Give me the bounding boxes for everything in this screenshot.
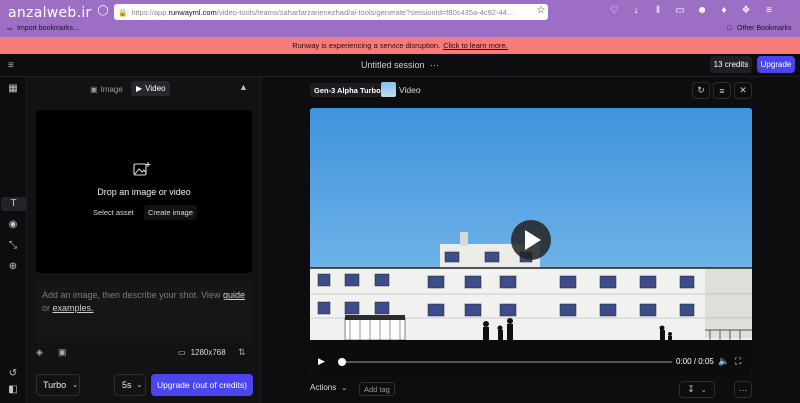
folder-icon: □ [727,25,732,32]
seek-handle[interactable] [338,358,346,366]
session-more-icon[interactable]: ··· [430,60,439,70]
alert-message: Runway is experiencing a service disrupt… [292,41,441,50]
aspect-icon: ▭ [178,347,186,357]
service-alert: Runway is experiencing a service disrupt… [0,37,800,54]
pocket-icon[interactable]: ♡ [608,5,620,17]
resolution-selector[interactable]: ▭ 1280x768 [178,345,226,359]
menu-icon[interactable]: ≡ [763,5,775,17]
other-bookmarks[interactable]: Other Bookmarks [737,25,791,32]
account-icon[interactable]: ☻ [696,5,708,17]
create-image-button[interactable]: Create image [144,205,198,220]
apps-grid-icon[interactable]: ▦ [6,82,20,96]
history-icon[interactable]: ↺ [6,367,20,381]
time-display: 0:00 / 0:05 [676,357,714,366]
seek-bar[interactable] [338,358,672,366]
tab-image[interactable]: ▣ Image [90,82,123,96]
image-icon: ▣ [90,84,98,94]
model-value: Turbo [43,380,67,390]
fullscreen-icon[interactable]: ⛶ [735,356,741,367]
media-label: Video [399,85,421,95]
play-icon[interactable]: ▶ [318,356,325,367]
time-separator: / [693,357,697,366]
tool-rail: ▦ T ◉ ⤡ ⊕ ↺ ◧ [0,77,27,403]
download-button[interactable]: ↧ ⌄ [679,381,715,398]
duration-value: 5s [122,380,132,390]
tab-image-label: Image [100,84,123,94]
chevron-down-icon: ⌄ [341,384,348,392]
import-bookmarks-icon: ⇨ [7,26,13,33]
add-image-icon [133,161,151,177]
alert-link[interactable]: Click to learn more. [443,41,508,50]
dock-icon[interactable]: ◧ [6,383,20,397]
generate-suffix: (out of credits) [192,380,247,390]
generate-label: Upgrade [157,380,190,390]
video-thumbnail[interactable] [381,82,396,97]
text-tool-icon[interactable]: T [1,197,26,211]
generation-panel: ▣ Image ▶ Video ▲ Drop an image or video… [27,77,261,403]
actions-menu[interactable]: Actions ⌄ [310,383,347,392]
session-title-text: Untitled session [360,60,425,70]
sidebar-icon[interactable]: ▭ [674,5,686,17]
lock-icon: 🔒 [118,7,128,17]
video-player[interactable]: ▶ 0:00 / 0:05 🔈 ⛶ [310,108,752,372]
video-frame-illustration [310,108,752,372]
examples-link[interactable]: examples. [53,303,94,313]
prompt-placeholder-prefix: Add an image, then describe your shot. V… [42,290,223,300]
bookmarks-bar: ⇨ Import bookmarks... □ Other Bookmarks [0,22,800,37]
chevron-down-icon: ⌄ [72,382,79,389]
url-prefix: https://app. [131,7,169,17]
prompt-placeholder-mid: or [42,303,53,313]
url-bar[interactable]: 🔒 https://app. runwayml.com/video-tools/t… [114,4,548,20]
list-icon[interactable]: ≡ [713,82,731,99]
model-badge: Gen-3 Alpha Turbo [310,83,385,97]
browser-toolbar: anzalweb.ir ◯ 🔒 https://app. runwayml.com… [0,0,800,37]
shield-icon[interactable]: ◯ [97,5,109,17]
import-bookmarks[interactable]: Import bookmarks... [17,25,79,32]
model-select[interactable]: Turbo ⌄ [36,374,80,396]
close-icon[interactable]: ✕ [734,82,752,99]
generate-upgrade-button[interactable]: Upgrade (out of credits) [151,374,253,396]
prompt-textarea[interactable]: Add an image, then describe your shot. V… [36,281,252,343]
library-icon[interactable]: ‖ [652,5,664,17]
media-dropzone[interactable]: Drop an image or video Select asset Crea… [36,110,252,273]
guide-link[interactable]: guide [223,290,245,300]
credits-badge[interactable]: 13 credits [710,56,752,73]
watermark: anzalweb.ir [8,5,92,21]
swap-icon[interactable]: ⇅ [238,347,246,358]
style-icon[interactable]: ◈ [36,347,43,358]
chevron-down-icon: ⌄ [700,386,707,394]
volume-icon[interactable]: 🔈 [718,356,729,367]
crop-icon[interactable]: ▣ [58,347,67,358]
app-header: ≡ Untitled session ··· 13 credits Upgrad… [0,54,800,77]
download-icon: ↧ [687,384,695,394]
output-panel: Gen-3 Alpha Turbo Video ↻ ≡ ✕ ▶ 0:00 / 0… [262,77,800,403]
expand-icon[interactable]: ⤡ [6,239,20,253]
time-total: 0:05 [698,357,714,366]
puzzle-icon[interactable]: ❖ [740,5,752,17]
tab-video-label: Video [145,84,166,93]
url-rest: /video-tools/teams/saharfarzanenezhad/ai… [216,7,514,17]
video-icon: ▶ [136,84,143,93]
add-tag-button[interactable]: Add tag [359,382,395,396]
camera-icon[interactable]: ◉ [6,218,20,232]
tab-video[interactable]: ▶ Video [131,81,171,96]
refresh-icon[interactable]: ↻ [692,82,710,99]
duration-select[interactable]: 5s ⌄ [114,374,146,396]
add-circle-icon[interactable]: ⊕ [6,260,20,274]
time-current: 0:00 [676,357,692,366]
extension-icon[interactable]: ♦ [718,5,730,17]
url-domain: runwayml.com [168,7,217,17]
star-icon[interactable]: ☆ [535,5,547,17]
session-title[interactable]: Untitled session ··· [0,60,800,70]
select-asset-button[interactable]: Select asset [89,205,138,220]
resolution-value: 1280x768 [190,347,226,357]
actions-label: Actions [310,383,337,392]
drop-text: Drop an image or video [97,187,191,197]
chevron-down-icon: ⌄ [136,382,143,389]
graduation-cap-icon[interactable]: ▲ [239,82,248,92]
download-icon[interactable]: ↓ [630,5,642,17]
more-options-icon[interactable]: ··· [734,381,752,398]
upgrade-button[interactable]: Upgrade [757,56,795,73]
